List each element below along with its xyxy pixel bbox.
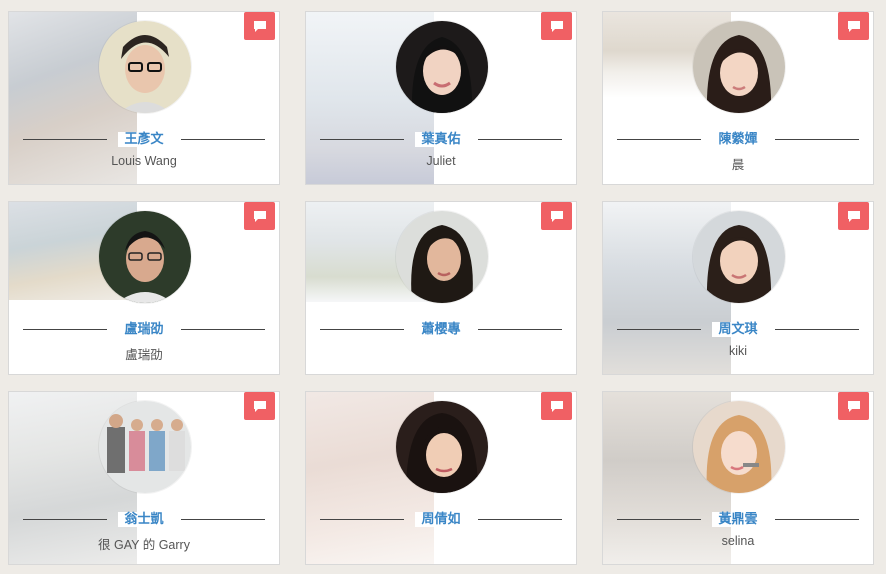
profile-subtitle: 晨 [731,158,745,172]
avatar[interactable] [99,401,191,493]
profile-name[interactable]: 黃鼎雲 [617,510,859,530]
avatar[interactable] [99,21,191,113]
profile-card[interactable]: 盧瑞劭 盧瑞劭 [8,201,280,375]
profile-card[interactable]: 周倩如 [305,391,577,565]
speech-bubble-icon [253,20,266,32]
profile-card[interactable]: 周文琪 kiki [602,201,874,375]
profile-name[interactable]: 周文琪 [617,320,859,340]
profile-name[interactable]: 翁士凱 [23,510,265,530]
speech-bubble-icon [847,400,860,412]
name-row: 陳縈嬋 [617,130,859,150]
profile-name[interactable]: 葉真佑 [320,130,562,150]
profile-name[interactable]: 陳縈嬋 [617,130,859,150]
name-row: 葉真佑 [320,130,562,150]
chat-button[interactable] [244,202,275,230]
avatar[interactable] [396,211,488,303]
avatar[interactable] [693,211,785,303]
chat-button[interactable] [541,12,572,40]
profile-subtitle: kiki [728,344,748,358]
profile-subtitle: selina [721,534,755,548]
profile-name[interactable]: 盧瑞劭 [23,320,265,340]
chat-button[interactable] [838,12,869,40]
profile-card[interactable]: 陳縈嬋 晨 [602,11,874,185]
avatar[interactable] [396,21,488,113]
name-row: 盧瑞劭 [23,320,265,340]
name-row: 周文琪 [617,320,859,340]
name-row: 周倩如 [320,510,562,530]
profile-subtitle: Louis Wang [111,154,177,168]
speech-bubble-icon [253,400,266,412]
profile-card[interactable]: 翁士凱 很 GAY 的 Garry [8,391,280,565]
speech-bubble-icon [253,210,266,222]
profile-card[interactable]: 王彥文 Louis Wang [8,11,280,185]
profile-name[interactable]: 王彥文 [23,130,265,150]
name-row: 黃鼎雲 [617,510,859,530]
speech-bubble-icon [550,20,563,32]
profile-name[interactable]: 蕭櫻專 [320,320,562,340]
chat-button[interactable] [244,12,275,40]
profile-card[interactable]: 蕭櫻專 [305,201,577,375]
avatar[interactable] [99,211,191,303]
speech-bubble-icon [847,210,860,222]
profile-card[interactable]: 葉真佑 Juliet [305,11,577,185]
profile-subtitle: Juliet [426,154,456,168]
avatar[interactable] [693,21,785,113]
name-row: 蕭櫻專 [320,320,562,340]
speech-bubble-icon [550,210,563,222]
chat-button[interactable] [838,202,869,230]
chat-button[interactable] [838,392,869,420]
chat-button[interactable] [244,392,275,420]
speech-bubble-icon [847,20,860,32]
speech-bubble-icon [550,400,563,412]
profile-subtitle: 盧瑞劭 [125,348,163,362]
name-row: 翁士凱 [23,510,265,530]
name-row: 王彥文 [23,130,265,150]
profile-card[interactable]: 黃鼎雲 selina [602,391,874,565]
chat-button[interactable] [541,392,572,420]
avatar[interactable] [693,401,785,493]
avatar[interactable] [396,401,488,493]
profile-name[interactable]: 周倩如 [320,510,562,530]
profile-subtitle: 很 GAY 的 Garry [98,538,190,552]
chat-button[interactable] [541,202,572,230]
